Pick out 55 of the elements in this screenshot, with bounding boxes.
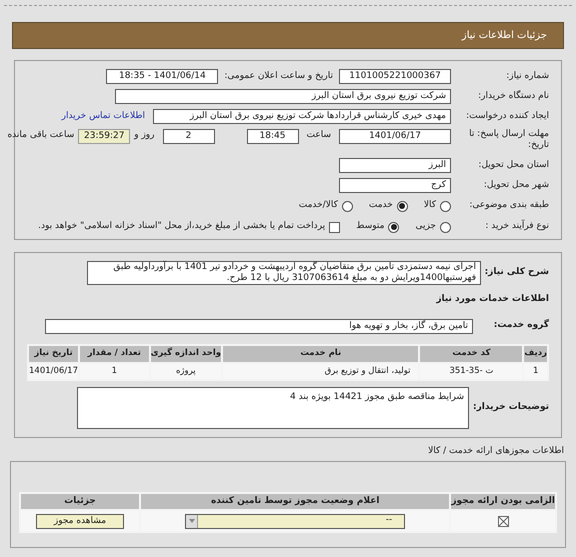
- field-label: ساعت باقی مانده: [7, 129, 74, 142]
- radio-button[interactable]: [440, 200, 451, 212]
- value-field: شرکت توزیع نیروی برق استان البرز: [115, 89, 451, 104]
- section-title: اطلاعات مجوزهای ارائه خدمت / کالا: [427, 444, 564, 458]
- value-field: 1101005221000367: [339, 69, 451, 84]
- radio-label: کالا/خدمت: [298, 199, 338, 212]
- radio-label: متوسط: [356, 220, 384, 234]
- field-label: شرح کلی نیاز:: [484, 267, 549, 279]
- radio-button[interactable]: [440, 222, 451, 232]
- radio-label: جزیی: [415, 220, 436, 234]
- field-label: ایجاد کننده درخواست:: [465, 110, 549, 122]
- field-label: شهر محل تحویل:: [482, 180, 549, 192]
- notes-field: شرایط مناقصه طبق مجوز 14421 بویژه بند 4: [77, 386, 469, 428]
- checkbox-label: پرداخت تمام یا بخشی از مبلغ خرید،از محل "اسناد خزانه اسلامی" خواهد بود.: [38, 220, 326, 234]
- column-header: تعداد / مقدار: [79, 344, 150, 362]
- field-label: نام دستگاه خریدار:: [477, 90, 549, 102]
- field-label: نوع فرآیند خرید :: [484, 221, 549, 233]
- radio-label: کالا: [424, 199, 436, 212]
- field-label: توضیحات خریدار:: [472, 402, 549, 414]
- column-header: تاریخ نیاز: [28, 344, 79, 362]
- field-label: تاریخ و ساعت اعلان عمومی:: [224, 70, 333, 83]
- field-label: ساعت: [306, 129, 331, 142]
- checkbox[interactable]: [329, 222, 340, 232]
- radio-button[interactable]: [396, 200, 408, 212]
- value-field: تامین برق، گاز، بخار و تهویه هوا: [45, 318, 473, 334]
- field-label: گروه خدمت:: [492, 320, 549, 332]
- section-heading: اطلاعات خدمات مورد نیاز: [435, 293, 549, 306]
- field-label: روز و: [134, 129, 154, 142]
- column-header: اعلام وضعیت مجوز توسط تامین کننده: [140, 493, 450, 510]
- column-header: نام خدمت: [222, 344, 420, 362]
- field-label: طبقه بندی موضوعی:: [468, 200, 549, 212]
- radio-button[interactable]: [388, 222, 400, 232]
- field-label: مهلت ارسال پاسخ: تا تاریخ:: [468, 129, 549, 152]
- column-header: واحد اندازه گیری: [150, 344, 222, 362]
- value-field: 23:59:27: [78, 129, 130, 144]
- status-dropdown[interactable]: --: [185, 514, 406, 528]
- column-header: جزئیات: [20, 493, 140, 510]
- description-field: اجرای نیمه دستمزدی تامین برق متقاضیان گروه اردیبهشت و خردادو تیر 1401 با برآورداولیه طبق فهرستبها1400ویرایش دو به مبلغ 3107063614 ریال با 12 طرح.: [87, 261, 481, 285]
- value-field: مهدی خیری کارشناس قراردادها شرکت توزیع نیروی برق استان البرز: [153, 109, 451, 124]
- value-field: 1401/06/17: [339, 129, 451, 144]
- column-header: کد خدمت: [419, 344, 524, 362]
- value-field: کرج: [339, 178, 451, 193]
- column-header: الزامی بودن ارائه مجوز: [450, 493, 556, 510]
- contact-link[interactable]: اطلاعات تماس خریدار: [62, 110, 145, 124]
- value-field: 2: [162, 129, 214, 144]
- field-label: شماره نیاز:: [505, 70, 549, 82]
- value-field: البرز: [339, 158, 451, 173]
- value-field: 1401/06/14 - 18:35: [106, 69, 218, 84]
- section-header: جزئیات اطلاعات نیاز: [12, 22, 564, 49]
- radio-label: خدمت: [368, 199, 393, 212]
- view-license-button[interactable]: مشاهده مجوز: [36, 514, 124, 528]
- value-field: 18:45: [246, 129, 298, 144]
- field-label: استان محل تحویل:: [477, 160, 549, 172]
- column-header: ردیف: [523, 344, 548, 362]
- radio-button[interactable]: [342, 200, 353, 212]
